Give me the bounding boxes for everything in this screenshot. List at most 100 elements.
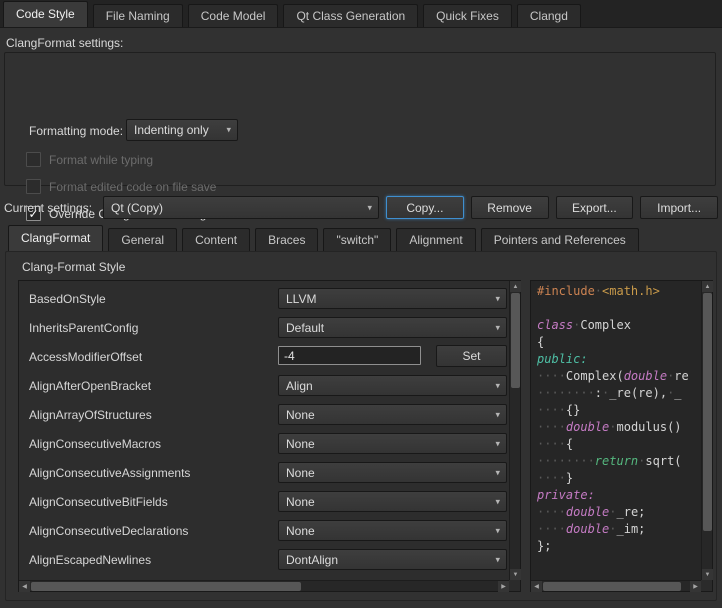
- checkbox-box[interactable]: [26, 179, 41, 194]
- option-name: AlignAfterOpenBracket: [29, 379, 151, 393]
- option-name: AlignConsecutiveDeclarations: [29, 524, 188, 538]
- table-horizontal-scrollbar[interactable]: ◀ ▶: [19, 580, 509, 591]
- tab-quick-fixes[interactable]: Quick Fixes: [423, 4, 512, 27]
- style-tab-pointers-and-references[interactable]: Pointers and References: [481, 228, 639, 251]
- table-vertical-scrollbar[interactable]: ▲ ▼: [509, 281, 520, 580]
- scroll-up-icon[interactable]: ▲: [702, 281, 713, 292]
- tab-code-model[interactable]: Code Model: [188, 4, 279, 27]
- code-line: ········:·_re(re),·_: [537, 385, 700, 402]
- tab-qt-class-generation[interactable]: Qt Class Generation: [283, 4, 418, 27]
- select-value: LLVM: [286, 292, 316, 306]
- select-AlignConsecutiveBitFields[interactable]: None ▾: [278, 491, 507, 512]
- option-name: AlignArrayOfStructures: [29, 408, 152, 422]
- select-value: None: [286, 524, 315, 538]
- chevron-down-icon: ▾: [495, 496, 500, 507]
- current-settings-label: Current settings:: [4, 201, 92, 215]
- code-line: };: [537, 538, 700, 555]
- formatting-mode-select[interactable]: Indenting only ▾: [126, 119, 238, 141]
- scroll-right-icon[interactable]: ▶: [690, 581, 701, 592]
- chevron-down-icon: ▾: [495, 293, 500, 304]
- style-tab-switch[interactable]: "switch": [323, 228, 391, 251]
- settings-buttons: Copy... Remove Export... Import...: [386, 196, 718, 219]
- style-tab-clangformat[interactable]: ClangFormat: [8, 225, 103, 251]
- select-value: None: [286, 495, 315, 509]
- code-horizontal-scrollbar[interactable]: ◀ ▶: [531, 580, 701, 591]
- checkbox-format-while-typing[interactable]: Format while typing: [26, 146, 262, 173]
- option-name: BasedOnStyle: [29, 292, 106, 306]
- code-preview-content: #include·<math.h> class·Complex{public:·…: [532, 283, 700, 579]
- remove-button[interactable]: Remove: [471, 196, 549, 219]
- current-settings-select[interactable]: Qt (Copy) ▾: [103, 196, 379, 219]
- select-AlignConsecutiveAssignments[interactable]: None▾: [278, 462, 507, 483]
- chevron-down-icon: ▾: [367, 202, 372, 213]
- style-tab-braces[interactable]: Braces: [255, 228, 318, 251]
- code-line: ····{}: [537, 402, 700, 419]
- code-hscroll-handle[interactable]: [543, 582, 681, 591]
- style-tab-bar: ClangFormatGeneralContentBraces"switch"A…: [6, 227, 716, 251]
- chevron-down-icon: ▾: [495, 409, 500, 420]
- select-AlignAfterOpenBracket[interactable]: Align▾: [278, 375, 507, 396]
- copy-button[interactable]: Copy...: [386, 196, 464, 219]
- tab-code-style[interactable]: Code Style: [3, 1, 88, 27]
- scrollbar-corner: [509, 580, 520, 591]
- checkbox-box[interactable]: [26, 152, 41, 167]
- code-line: ········return·sqrt(: [537, 453, 700, 470]
- option-row-AlignConsecutiveDeclarations: AlignConsecutiveDeclarations None▾: [19, 516, 509, 545]
- formatting-mode-value: Indenting only: [134, 123, 209, 137]
- scrollbar-corner: [701, 580, 712, 591]
- select-InheritsParentConfig[interactable]: Default▾: [278, 317, 507, 338]
- code-line: public:: [537, 351, 700, 368]
- code-line: ····double·_re;: [537, 504, 700, 521]
- tab-file-naming[interactable]: File Naming: [93, 4, 183, 27]
- scroll-up-icon[interactable]: ▲: [510, 281, 521, 292]
- style-tab-general[interactable]: General: [108, 228, 177, 251]
- style-tab-content[interactable]: Content: [182, 228, 250, 251]
- scroll-down-icon[interactable]: ▼: [702, 569, 713, 580]
- top-tab-bar: Code StyleFile NamingCode ModelQt Class …: [0, 0, 722, 28]
- option-name: AlignConsecutiveAssignments: [29, 466, 190, 480]
- code-line: ····{: [537, 436, 700, 453]
- scroll-down-icon[interactable]: ▼: [510, 569, 521, 580]
- code-preview-panel: #include·<math.h> class·Complex{public:·…: [530, 280, 713, 592]
- code-line: {: [537, 334, 700, 351]
- select-AlignEscapedNewlines[interactable]: DontAlign▾: [278, 549, 507, 570]
- input-AccessModifierOffset[interactable]: [278, 346, 421, 365]
- code-line: ····}: [537, 470, 700, 487]
- option-name: AlignConsecutiveMacros: [29, 437, 161, 451]
- style-tab-alignment[interactable]: Alignment: [396, 228, 475, 251]
- formatting-mode-label: Formatting mode:: [29, 124, 123, 138]
- code-line: [537, 300, 700, 317]
- option-row-AlignArrayOfStructures: AlignArrayOfStructures None▾: [19, 400, 509, 429]
- option-row-AlignConsecutiveAssignments: AlignConsecutiveAssignments None▾: [19, 458, 509, 487]
- clangformat-settings-group: Formatting mode: Indenting only ▾ Format…: [4, 52, 716, 186]
- code-vertical-scrollbar[interactable]: ▲ ▼: [701, 281, 712, 580]
- option-row-AccessModifierOffset: AccessModifierOffsetSet: [19, 342, 509, 371]
- code-vscroll-handle[interactable]: [703, 293, 712, 531]
- option-row-BasedOnStyle: BasedOnStyle LLVM ▾: [19, 284, 509, 313]
- code-line: ····Complex(double·re: [537, 368, 700, 385]
- scroll-right-icon[interactable]: ▶: [498, 581, 509, 592]
- scroll-left-icon[interactable]: ◀: [531, 581, 542, 592]
- select-BasedOnStyle[interactable]: LLVM ▾: [278, 288, 507, 309]
- import-button[interactable]: Import...: [640, 196, 718, 219]
- select-AlignConsecutiveDeclarations[interactable]: None▾: [278, 520, 507, 541]
- code-line: #include·<math.h>: [537, 283, 700, 300]
- current-settings-value: Qt (Copy): [111, 201, 163, 215]
- select-AlignConsecutiveMacros[interactable]: None ▾: [278, 433, 507, 454]
- select-value: None: [286, 437, 315, 451]
- tab-clangd[interactable]: Clangd: [517, 4, 581, 27]
- clangformat-settings-title: ClangFormat settings:: [6, 36, 123, 50]
- option-row-AlignConsecutiveMacros: AlignConsecutiveMacros None ▾: [19, 429, 509, 458]
- select-AlignArrayOfStructures[interactable]: None▾: [278, 404, 507, 425]
- option-name: AlignConsecutiveBitFields: [29, 495, 168, 509]
- checkbox-label: Format edited code on file save: [49, 180, 216, 194]
- export-button[interactable]: Export...: [556, 196, 634, 219]
- chevron-down-icon: ▾: [495, 322, 500, 333]
- table-hscroll-handle[interactable]: [31, 582, 301, 591]
- table-vscroll-handle[interactable]: [511, 293, 520, 388]
- set-button[interactable]: Set: [436, 345, 507, 367]
- code-line: ····double·modulus(): [537, 419, 700, 436]
- scroll-left-icon[interactable]: ◀: [19, 581, 30, 592]
- select-value: None: [286, 466, 315, 480]
- chevron-down-icon: ▾: [495, 438, 500, 449]
